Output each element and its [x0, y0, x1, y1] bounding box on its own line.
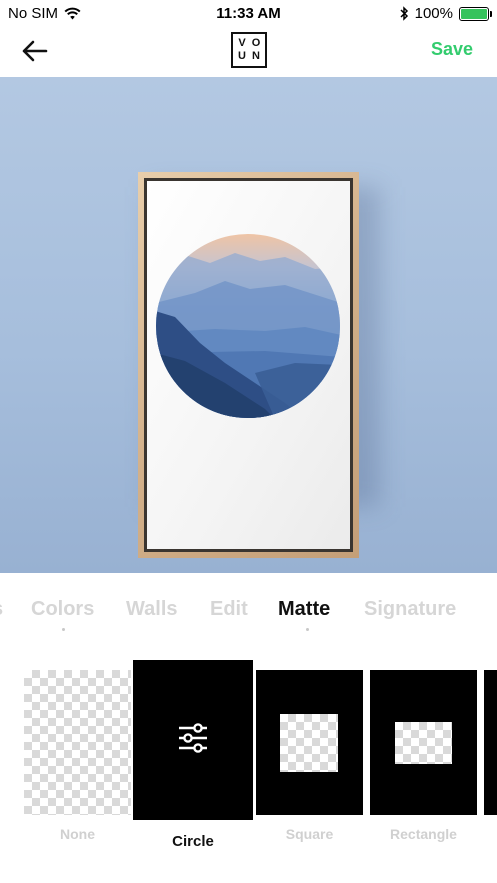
frame-border: [144, 178, 353, 552]
option-circle[interactable]: Circle: [133, 660, 253, 860]
circle-photo: [156, 234, 340, 418]
option-label: Circle: [172, 833, 214, 850]
option-rectangle[interactable]: Rectangle: [370, 670, 477, 850]
tab-signature[interactable]: Signature: [364, 598, 456, 621]
tab-colors[interactable]: Colors: [31, 598, 94, 621]
bluetooth-icon: [400, 6, 408, 21]
tab-indicator-dot: [306, 628, 309, 631]
frame-preview: [0, 77, 497, 573]
status-bar: No SIM 11:33 AM 100%: [0, 0, 497, 26]
battery-fill: [461, 8, 487, 19]
editor-tabs: s Colors Walls Edit Matte Signature: [0, 573, 497, 643]
option-label: Square: [285, 826, 334, 842]
picture-frame: [138, 172, 359, 558]
matte-options: None Circle Square Rectangle: [0, 655, 497, 883]
logo-letter: N: [252, 50, 260, 62]
arrow-left-icon: [22, 40, 48, 62]
square-cutout: [280, 714, 338, 772]
battery-percent: 100%: [414, 5, 453, 22]
back-button[interactable]: [18, 36, 52, 66]
tab-edit[interactable]: Edit: [210, 598, 248, 621]
save-button[interactable]: Save: [431, 39, 473, 60]
option-label: None: [60, 826, 95, 842]
matte: [147, 181, 350, 549]
option-none[interactable]: None: [24, 670, 131, 850]
option-thumbnail: [370, 670, 477, 815]
logo-letter: U: [238, 50, 246, 62]
option-thumbnail: [484, 670, 497, 815]
tab-walls[interactable]: Walls: [126, 598, 178, 621]
option-square[interactable]: Square: [256, 670, 363, 850]
option-thumbnail: [133, 660, 253, 820]
tab-indicator-dot: [62, 628, 65, 631]
battery-icon: [459, 6, 492, 21]
option-thumbnail: [256, 670, 363, 815]
nav-bar: V O U N Save: [0, 26, 497, 77]
status-right: 100%: [400, 5, 492, 22]
rectangle-cutout: [395, 722, 452, 764]
screen: No SIM 11:33 AM 100% V O U N Save Colors…: [0, 0, 497, 883]
logo-letter: V: [238, 37, 246, 49]
app-logo: V O U N: [231, 32, 267, 68]
option-label: Rectangle: [390, 826, 457, 842]
tab-partial[interactable]: s: [0, 598, 3, 621]
option-partial[interactable]: [484, 670, 497, 815]
option-thumbnail: [24, 670, 131, 815]
sliders-icon: [179, 723, 207, 753]
tab-matte[interactable]: Matte: [278, 598, 330, 621]
logo-letter: O: [251, 37, 261, 49]
